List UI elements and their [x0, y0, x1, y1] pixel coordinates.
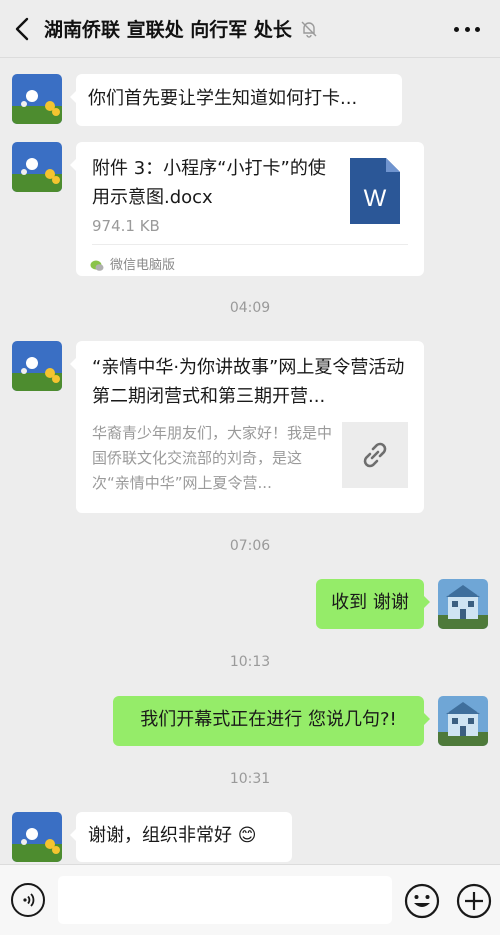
- chat-title: 湖南侨联 宣联处 向行军 处长: [44, 19, 292, 41]
- more-dots-icon: [454, 26, 459, 32]
- link-icon: [363, 442, 387, 468]
- avatar-self[interactable]: [438, 696, 488, 746]
- avatar-self[interactable]: [438, 579, 488, 629]
- timestamp: 10:13: [229, 654, 271, 670]
- link-message-card[interactable]: “亲情中华·为你讲故事”网上夏令营活动 第二期闭营式和第三期开营... 华裔青少…: [70, 341, 424, 513]
- chat-history[interactable]: 你们首先要让学生知道如何打卡... 附件 3：小程序“小打卡”的使用示意图.do…: [0, 58, 500, 864]
- composer-bar: [0, 864, 500, 935]
- message-text: 你们首先要让学生知道如何打卡...: [88, 88, 358, 109]
- more-button[interactable]: [454, 20, 480, 38]
- file-name: 附件 3：小程序“小打卡”的使用示意图.docx: [92, 158, 326, 208]
- timestamp: 07:06: [229, 538, 271, 554]
- avatar-other[interactable]: [12, 74, 62, 124]
- smile-emoji: 😊: [237, 825, 257, 846]
- wechat-pc-icon: [90, 260, 104, 271]
- message-bubble[interactable]: 谢谢，组织非常好 😊: [70, 812, 292, 862]
- bell-off-icon: [300, 20, 318, 38]
- word-document-icon: W: [350, 158, 400, 224]
- message-bubble[interactable]: 你们首先要让学生知道如何打卡...: [70, 74, 402, 126]
- file-source-label: 微信电脑版: [110, 258, 176, 273]
- file-source: 微信电脑版: [90, 252, 175, 280]
- voice-icon: [23, 893, 35, 907]
- top-bar: 湖南侨联 宣联处 向行军 处长: [0, 0, 500, 58]
- message-text: 谢谢，组织非常好: [88, 825, 232, 846]
- emoji-icon: [404, 883, 440, 919]
- message-text: 我们开幕式正在进行 您说几句?!: [140, 709, 397, 730]
- avatar-other[interactable]: [12, 812, 62, 862]
- timestamp: 04:09: [229, 300, 271, 316]
- divider: [92, 244, 408, 245]
- avatar-other[interactable]: [12, 341, 62, 391]
- back-button[interactable]: [0, 0, 44, 58]
- message-text: 收到 谢谢: [331, 592, 409, 613]
- emoji-button[interactable]: [404, 883, 440, 919]
- timestamp: 10:31: [229, 771, 271, 787]
- voice-button[interactable]: [11, 883, 45, 917]
- chevron-left-icon: [15, 17, 29, 40]
- message-bubble-self[interactable]: 我们开幕式正在进行 您说几句?!: [113, 696, 430, 746]
- plus-icon: [456, 883, 492, 919]
- file-size: 974.1 KB: [92, 217, 160, 235]
- link-description: 华裔青少年朋友们，大家好！我是中国侨联文化交流部的刘奇，是这次“亲情中华”网上夏…: [92, 424, 333, 492]
- avatar-other[interactable]: [12, 142, 62, 192]
- plus-button[interactable]: [456, 883, 492, 919]
- message-bubble-self[interactable]: 收到 谢谢: [316, 579, 430, 629]
- link-title: “亲情中华·为你讲故事”网上夏令营活动 第二期闭营式和第三期开营...: [92, 357, 405, 407]
- svg-text:W: W: [364, 185, 387, 212]
- link-thumbnail: [342, 422, 408, 488]
- message-input[interactable]: [58, 876, 392, 924]
- file-message-card[interactable]: 附件 3：小程序“小打卡”的使用示意图.docx 974.1 KB W 微信电脑…: [70, 142, 424, 276]
